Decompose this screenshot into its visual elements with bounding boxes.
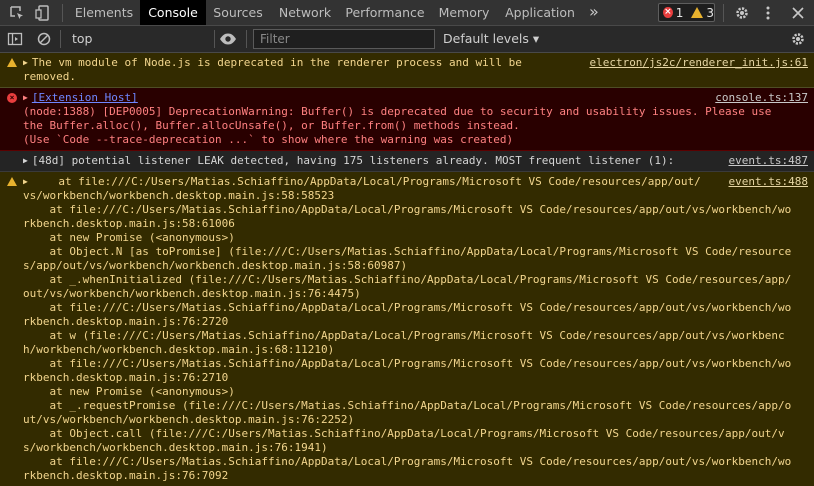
source-link[interactable]: console.ts:137: [715, 91, 808, 105]
console-message-log[interactable]: event.ts:487 ▶ [48d] potential listener L…: [0, 151, 814, 172]
message-text: removed.: [23, 70, 76, 83]
stack-frame[interactable]: s/workbench/workbench.desktop.main.js:76…: [23, 441, 808, 455]
device-toolbar-icon[interactable]: [33, 3, 53, 23]
divider: [60, 30, 61, 48]
expand-arrow-icon[interactable]: ▶: [23, 156, 28, 165]
error-icon: ×: [7, 93, 17, 103]
tab-console[interactable]: Console: [140, 0, 206, 25]
warning-icon: [7, 58, 17, 67]
tab-performance[interactable]: Performance: [340, 0, 430, 25]
stack-frame[interactable]: s/app/out/vs/workbench/workbench.desktop…: [23, 259, 808, 273]
stack-frame[interactable]: at file:///C:/Users/Matias.Schiaffino/Ap…: [23, 455, 808, 469]
stack-frame[interactable]: ut/vs/workbench/workbench.desktop.main.j…: [23, 413, 808, 427]
warning-icon: [7, 177, 17, 186]
message-text: [48d] potential listener LEAK detected, …: [31, 154, 675, 167]
stack-frame[interactable]: at file:///C:/Users/Matias.Schiaffino/Ap…: [23, 357, 808, 371]
extension-host-tag: [Extension Host]: [31, 91, 138, 104]
console-messages: electron/js2c/renderer_init.js:61 ▶ The v…: [0, 53, 814, 486]
source-link[interactable]: electron/js2c/renderer_init.js:61: [589, 56, 808, 70]
source-link[interactable]: event.ts:488: [729, 175, 808, 189]
stack-frame[interactable]: h/workbench/workbench.desktop.main.js:68…: [23, 343, 808, 357]
stack-frame: at new Promise (<anonymous>): [23, 385, 235, 398]
stack-frame[interactable]: rkbench.desktop.main.js:76:2720: [23, 315, 808, 329]
warning-icon: [691, 7, 704, 18]
message-text: the Buffer.alloc(), Buffer.allocUnsafe()…: [23, 119, 520, 132]
tab-elements[interactable]: Elements: [68, 0, 140, 25]
tab-memory[interactable]: Memory: [430, 0, 498, 25]
eye-icon[interactable]: [218, 29, 238, 49]
sidebar-toggle-icon[interactable]: [5, 29, 25, 49]
gear-icon[interactable]: [788, 29, 808, 49]
console-toolbar: top Default levels ▾: [0, 26, 814, 53]
close-icon[interactable]: [788, 3, 808, 23]
message-text: (node:1388) [DEP0005] DeprecationWarning…: [23, 105, 772, 118]
collapse-arrow-icon[interactable]: ▶: [23, 177, 28, 186]
stack-frame[interactable]: at _.whenInitialized (file:///C:/Users/M…: [23, 273, 808, 287]
divider: [214, 30, 215, 48]
tab-sources[interactable]: Sources: [206, 0, 270, 25]
expand-arrow-icon[interactable]: ▶: [23, 58, 28, 67]
issue-counts-button[interactable]: × 1 3: [658, 3, 715, 22]
stack-frame[interactable]: at _.requestPromise (file:///C:/Users/Ma…: [23, 399, 808, 413]
source-link[interactable]: event.ts:487: [729, 154, 808, 168]
error-icon: ×: [663, 7, 673, 18]
tab-application[interactable]: Application: [498, 0, 582, 25]
message-text: (Use `Code --trace-deprecation ...` to s…: [23, 133, 514, 146]
message-text: The vm module of Node.js is deprecated i…: [31, 56, 522, 69]
console-message-error[interactable]: × console.ts:137 ▶ [Extension Host] (node…: [0, 88, 814, 151]
settings-gear-icon[interactable]: [732, 3, 752, 23]
divider: [723, 4, 724, 22]
stack-frame: at new Promise (<anonymous>): [23, 231, 235, 244]
stack-frame[interactable]: at Object.N [as toPromise] (file:///C:/U…: [23, 245, 808, 259]
stack-frame[interactable]: vs/workbench/workbench.desktop.main.js:5…: [23, 189, 808, 203]
more-vertical-icon[interactable]: [758, 3, 778, 23]
stack-frame[interactable]: at Object.call (file:///C:/Users/Matias.…: [23, 427, 808, 441]
stack-frame[interactable]: rkbench.desktop.main.js:76:7092: [23, 469, 808, 483]
clear-console-icon[interactable]: [34, 29, 54, 49]
warning-count: 3: [706, 5, 714, 20]
stack-frame[interactable]: rkbench.desktop.main.js:58:61006: [23, 217, 808, 231]
stack-frame[interactable]: at file:///C:/Users/Matias.Schiaffino/Ap…: [32, 175, 700, 188]
more-tabs-button[interactable]: »: [589, 1, 599, 23]
stack-frame[interactable]: at file:///C:/Users/Matias.Schiaffino/Ap…: [23, 203, 808, 217]
stack-frame[interactable]: out/vs/workbench/workbench.desktop.main.…: [23, 287, 808, 301]
console-message-warning[interactable]: event.ts:488 ▶ at file:///C:/Users/Matia…: [0, 172, 814, 486]
context-select[interactable]: top: [66, 30, 236, 48]
divider: [62, 4, 63, 22]
console-message-warning[interactable]: electron/js2c/renderer_init.js:61 ▶ The v…: [0, 53, 814, 88]
stack-frame[interactable]: at file:///C:/Users/Matias.Schiaffino/Ap…: [23, 301, 808, 315]
tab-network[interactable]: Network: [270, 0, 340, 25]
filter-input[interactable]: [253, 29, 435, 49]
inspect-icon[interactable]: [7, 3, 27, 23]
default-levels-dropdown[interactable]: Default levels ▾: [443, 30, 539, 48]
devtools-tab-bar: Elements Console Sources Network Perform…: [0, 0, 814, 26]
error-count: 1: [675, 5, 684, 20]
divider: [246, 30, 247, 48]
stack-frame[interactable]: at w (file:///C:/Users/Matias.Schiaffino…: [23, 329, 808, 343]
stack-frame[interactable]: rkbench.desktop.main.js:76:2710: [23, 371, 808, 385]
expand-arrow-icon[interactable]: ▶: [23, 93, 28, 102]
